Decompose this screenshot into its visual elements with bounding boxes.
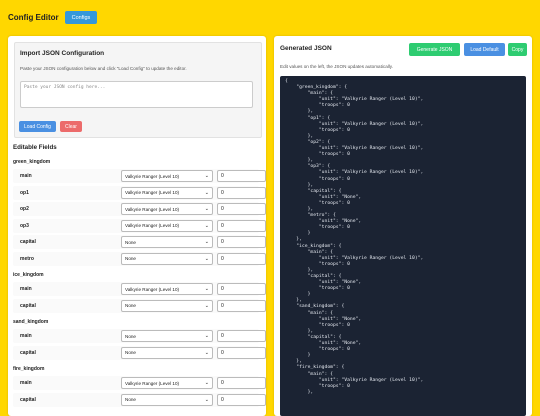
unit-select[interactable]: Valkyrie Ranger (Level 10) ⌄ bbox=[121, 186, 213, 199]
kingdom-label: green_kingdom bbox=[13, 159, 51, 165]
app-title: Config Editor bbox=[8, 13, 59, 22]
field-label: capital bbox=[20, 239, 36, 245]
field-row: main Valkyrie Ranger (Level 10) ⌄ 0 bbox=[13, 282, 266, 296]
chevron-down-icon: ⌄ bbox=[204, 255, 209, 262]
chevron-down-icon: ⌄ bbox=[204, 173, 209, 179]
field-label: main bbox=[20, 173, 32, 179]
top-bar: Config Editor Configs bbox=[8, 11, 98, 24]
editor-panel: Import JSON Configuration Paste your JSO… bbox=[8, 36, 266, 416]
json-output[interactable]: { "green_kingdom": { "main": { "unit": "… bbox=[280, 76, 526, 416]
chevron-down-icon: ⌄ bbox=[204, 189, 209, 196]
unit-select-value: None bbox=[125, 397, 136, 402]
load-config-button[interactable]: Load Config bbox=[19, 121, 56, 132]
field-label: op2 bbox=[20, 206, 29, 212]
chevron-down-icon: ⌄ bbox=[204, 302, 209, 309]
generated-description: Edit values on the left, the JSON update… bbox=[280, 64, 394, 69]
troops-input[interactable]: 0 bbox=[217, 203, 266, 215]
json-output-text: { "green_kingdom": { "main": { "unit": "… bbox=[285, 79, 424, 395]
chevron-down-icon: ⌄ bbox=[204, 222, 209, 229]
unit-select-value: None bbox=[125, 239, 136, 245]
unit-select[interactable]: Valkyrie Ranger (Level 10) ⌄ bbox=[121, 283, 213, 295]
troops-input[interactable]: 0 bbox=[217, 393, 266, 406]
unit-select[interactable]: None ⌄ bbox=[121, 346, 213, 359]
configs-button[interactable]: Configs bbox=[64, 11, 98, 24]
chevron-down-icon: ⌄ bbox=[204, 396, 209, 403]
field-row: op3 Valkyrie Ranger (Level 10) ⌄ 0 bbox=[13, 218, 266, 233]
field-label: metro bbox=[20, 255, 34, 262]
json-config-textarea[interactable]: Paste your JSON config here... bbox=[20, 81, 253, 108]
field-label: op1 bbox=[20, 189, 29, 196]
troops-input[interactable]: 0 bbox=[217, 252, 266, 265]
load-default-button[interactable]: Load Default bbox=[464, 43, 505, 56]
unit-select[interactable]: Valkyrie Ranger (Level 10) ⌄ bbox=[121, 377, 213, 389]
unit-select[interactable]: None ⌄ bbox=[121, 252, 213, 265]
unit-select-value: Valkyrie Ranger (Level 10) bbox=[125, 223, 180, 228]
unit-select-value: None bbox=[125, 350, 136, 355]
unit-select[interactable]: None ⌄ bbox=[121, 299, 213, 312]
import-section: Import JSON Configuration Paste your JSO… bbox=[14, 42, 262, 138]
field-row: main Valkyrie Ranger (Level 10) ⌄ 0 bbox=[13, 169, 266, 183]
unit-select-value: Valkyrie Ranger (Level 10) bbox=[125, 190, 180, 195]
troops-input[interactable]: 0 bbox=[217, 377, 266, 389]
output-panel: Generated JSON Generate JSON Load Defaul… bbox=[274, 36, 532, 416]
generate-json-button[interactable]: Generate JSON bbox=[409, 43, 460, 56]
troops-input[interactable]: 0 bbox=[217, 219, 266, 232]
clear-button[interactable]: Clear bbox=[60, 121, 82, 132]
troops-input[interactable]: 0 bbox=[217, 170, 266, 182]
troops-input[interactable]: 0 bbox=[217, 330, 266, 342]
field-label: main bbox=[20, 380, 32, 386]
field-label: capital bbox=[20, 396, 36, 403]
kingdom-label: ice_kingdom bbox=[13, 272, 44, 278]
chevron-down-icon: ⌄ bbox=[204, 239, 209, 245]
chevron-down-icon: ⌄ bbox=[204, 206, 209, 212]
field-label: op3 bbox=[20, 222, 29, 229]
field-row: capital None ⌄ 0 bbox=[13, 392, 266, 407]
unit-select[interactable]: None ⌄ bbox=[121, 393, 213, 406]
unit-select[interactable]: Valkyrie Ranger (Level 10) ⌄ bbox=[121, 170, 213, 182]
field-label: capital bbox=[20, 349, 36, 356]
editable-fields-title: Editable Fields bbox=[13, 144, 57, 151]
unit-select-value: None bbox=[125, 256, 136, 261]
kingdom-label: fire_kingdom bbox=[13, 366, 45, 372]
unit-select-value: Valkyrie Ranger (Level 10) bbox=[125, 286, 180, 292]
generated-json-title: Generated JSON bbox=[280, 45, 332, 52]
troops-input[interactable]: 0 bbox=[217, 186, 266, 199]
field-label: main bbox=[20, 286, 32, 292]
troops-input[interactable]: 0 bbox=[217, 236, 266, 248]
kingdom-label: sand_kingdom bbox=[13, 319, 49, 325]
troops-input[interactable]: 0 bbox=[217, 283, 266, 295]
unit-select[interactable]: Valkyrie Ranger (Level 10) ⌄ bbox=[121, 203, 213, 215]
unit-select[interactable]: Valkyrie Ranger (Level 10) ⌄ bbox=[121, 219, 213, 232]
field-row: main None ⌄ 0 bbox=[13, 329, 266, 343]
field-row: capital None ⌄ 0 bbox=[13, 345, 266, 360]
field-row: op2 Valkyrie Ranger (Level 10) ⌄ 0 bbox=[13, 202, 266, 216]
unit-select-value: Valkyrie Ranger (Level 10) bbox=[125, 206, 180, 212]
unit-select-value: Valkyrie Ranger (Level 10) bbox=[125, 173, 180, 179]
copy-button[interactable]: Copy bbox=[508, 43, 527, 56]
field-row: main Valkyrie Ranger (Level 10) ⌄ 0 bbox=[13, 376, 266, 390]
unit-select-value: None bbox=[125, 333, 136, 339]
field-label: capital bbox=[20, 302, 36, 309]
chevron-down-icon: ⌄ bbox=[204, 380, 209, 386]
chevron-down-icon: ⌄ bbox=[204, 286, 209, 292]
unit-select[interactable]: None ⌄ bbox=[121, 330, 213, 342]
import-title: Import JSON Configuration bbox=[20, 50, 105, 57]
field-label: main bbox=[20, 333, 32, 339]
chevron-down-icon: ⌄ bbox=[204, 333, 209, 339]
field-row: capital None ⌄ 0 bbox=[13, 298, 266, 313]
field-row: metro None ⌄ 0 bbox=[13, 251, 266, 266]
unit-select[interactable]: None ⌄ bbox=[121, 236, 213, 248]
unit-select-value: None bbox=[125, 303, 136, 308]
unit-select-value: Valkyrie Ranger (Level 10) bbox=[125, 380, 180, 386]
chevron-down-icon: ⌄ bbox=[204, 349, 209, 356]
troops-input[interactable]: 0 bbox=[217, 299, 266, 312]
troops-input[interactable]: 0 bbox=[217, 346, 266, 359]
field-row: op1 Valkyrie Ranger (Level 10) ⌄ 0 bbox=[13, 185, 266, 200]
field-row: capital None ⌄ 0 bbox=[13, 235, 266, 249]
import-description: Paste your JSON configuration below and … bbox=[20, 66, 187, 71]
